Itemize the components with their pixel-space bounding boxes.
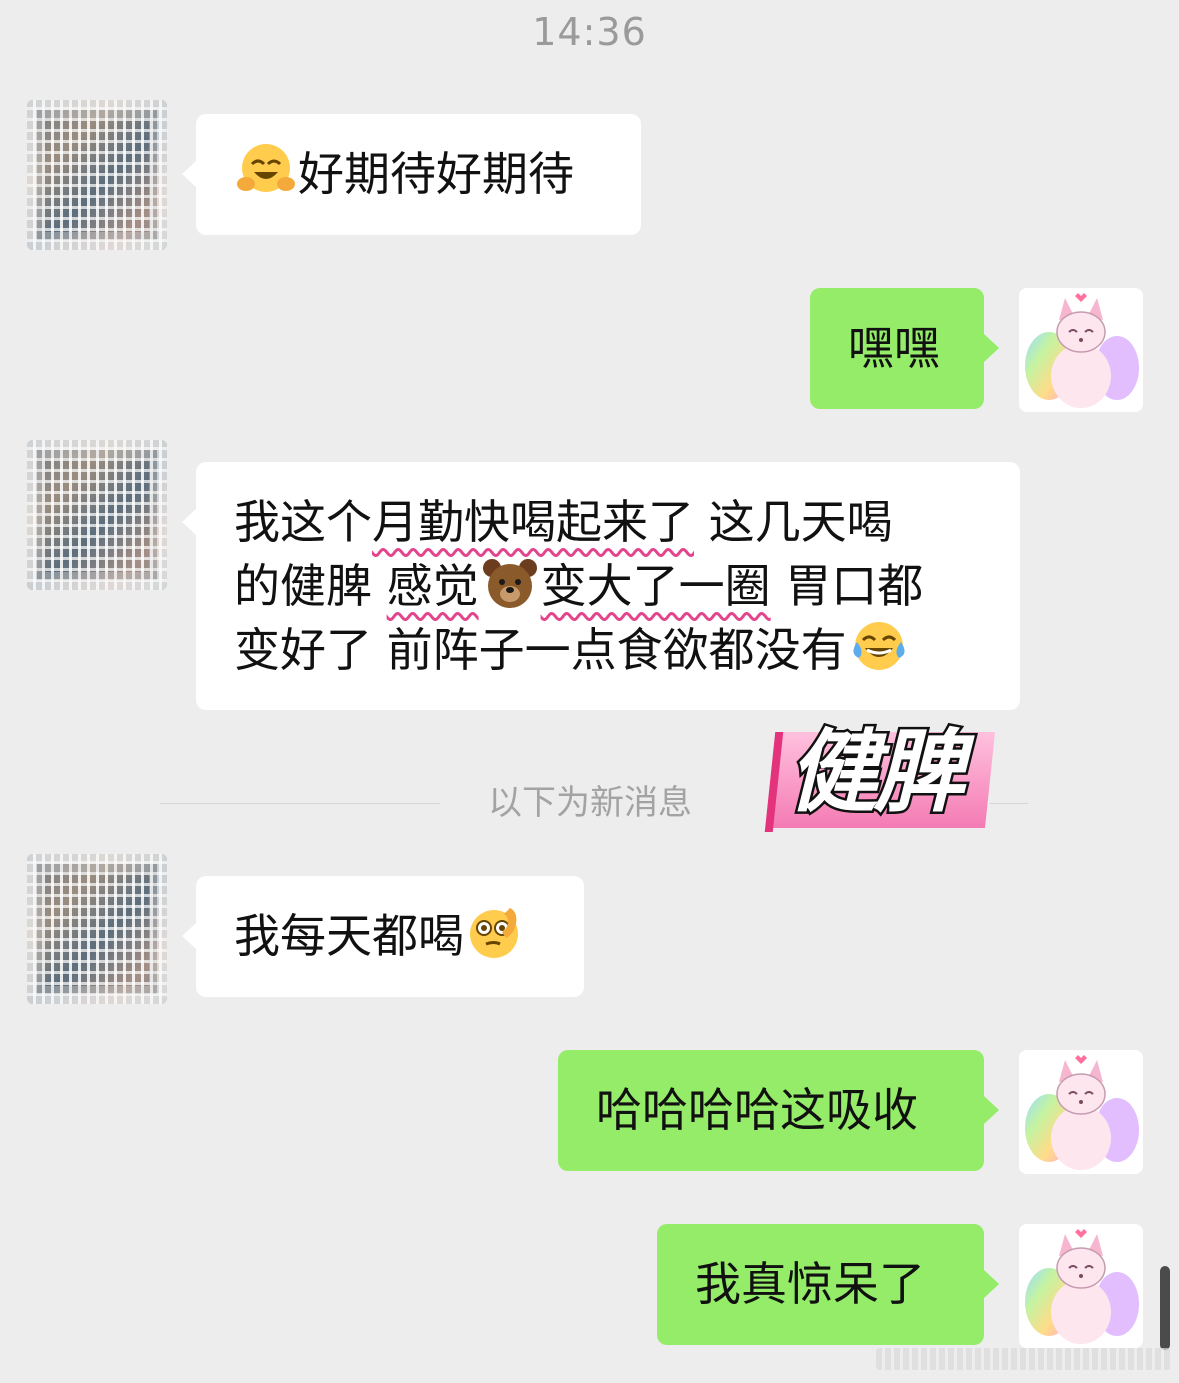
incoming-message-bubble[interactable]: 好期待好期待 [182,114,641,235]
contact-avatar[interactable] [27,100,167,250]
my-avatar[interactable] [1019,1050,1143,1174]
fox-avatar-icon [1019,1224,1143,1348]
tears-of-joy-emoji-icon [853,622,905,670]
outgoing-message-bubble[interactable]: 我真惊呆了 [657,1224,999,1345]
highlighted-text: 月勤快喝起来了 [372,495,694,549]
scrollbar[interactable] [1160,1266,1170,1350]
contact-avatar[interactable] [27,440,167,590]
incoming-message-bubble[interactable]: 我每天都喝 [182,876,584,997]
incoming-message-bubble[interactable]: 我这个月勤快喝起来了 这几天喝 的健脾 感觉 变大了一圈 胃口都 变好了 前阵子… [182,462,1020,710]
message-line: 变好了 前阵子一点食欲都没有 [234,618,990,682]
message-text: 我每天都喝 [234,909,464,963]
message-line: 我这个月勤快喝起来了 这几天喝 [234,495,893,549]
fox-avatar-icon [1019,1050,1143,1174]
new-messages-divider: 以下为新消息 [0,780,1179,826]
fox-avatar-icon [1019,288,1143,412]
outgoing-message-bubble[interactable]: 哈哈哈哈这吸收 [558,1050,999,1171]
outgoing-message-bubble[interactable]: 嘿嘿 [810,288,999,409]
hugging-face-emoji-icon [237,144,295,192]
watermark-strip [876,1348,1171,1370]
message-text: 好期待好期待 [298,147,574,201]
message-line: 的健脾 感觉 变大了一圈 胃口都 [234,554,990,618]
message-text: 哈哈哈哈这吸收 [596,1083,918,1137]
my-avatar[interactable] [1019,288,1143,412]
my-avatar[interactable] [1019,1224,1143,1348]
face-with-monocle-hand-emoji-icon [470,908,518,958]
message-text: 嘿嘿 [848,321,940,375]
divider-line [160,803,440,804]
contact-avatar[interactable] [27,854,167,1004]
message-text: 我真惊呆了 [695,1257,925,1311]
highlighted-text: 感觉 变大了一圈 [387,559,771,613]
timestamp: 14:36 [532,10,647,54]
divider-line [990,803,1028,804]
bear-face-emoji-icon [482,559,537,608]
divider-label: 以下为新消息 [488,783,692,823]
